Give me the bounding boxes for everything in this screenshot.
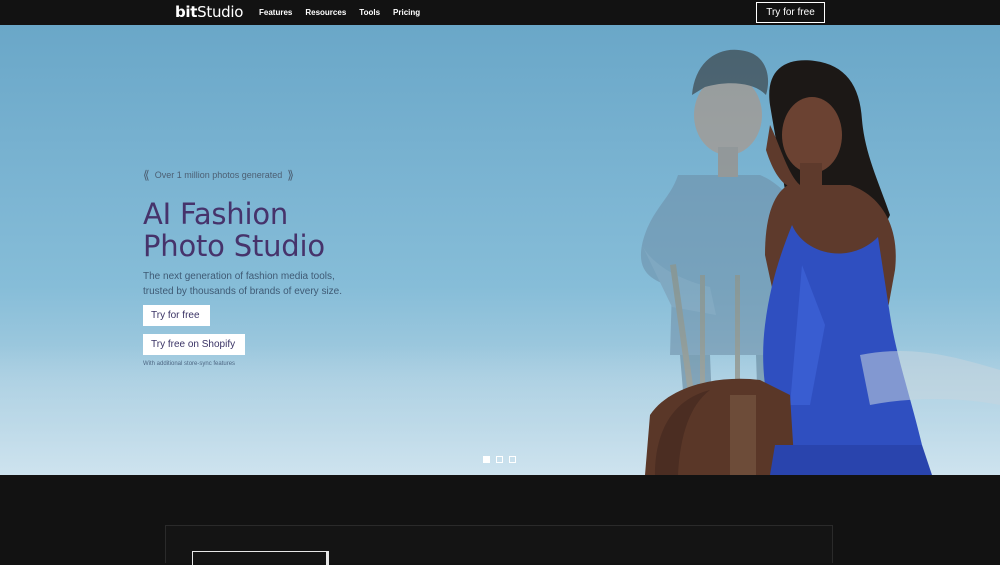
nav-link-tools[interactable]: Tools bbox=[359, 7, 380, 18]
nav-try-for-free-button[interactable]: Try for free bbox=[756, 2, 825, 23]
nav-link-pricing[interactable]: Pricing bbox=[393, 7, 420, 18]
carousel-indicators bbox=[483, 456, 516, 463]
photos-generated-badge: ⟪ Over 1 million photos generated ⟫ bbox=[143, 169, 294, 181]
try-free-on-shopify-button[interactable]: Try free on Shopify bbox=[143, 334, 245, 355]
brand-logo[interactable]: bitStudio bbox=[175, 3, 243, 22]
hero-subtext: The next generation of fashion media too… bbox=[143, 269, 403, 299]
hero-try-for-free-button[interactable]: Try for free bbox=[143, 305, 210, 326]
carousel-dot-1[interactable] bbox=[483, 456, 490, 463]
laurel-left-icon: ⟪ bbox=[143, 168, 150, 182]
subtext-line-2: trusted by thousands of brands of every … bbox=[143, 286, 342, 297]
nav-links: Features Resources Tools Pricing bbox=[259, 7, 420, 18]
carousel-dot-3[interactable] bbox=[509, 456, 516, 463]
top-nav: bitStudio Features Resources Tools Prici… bbox=[0, 0, 1000, 25]
headline-line-1: AI Fashion bbox=[143, 197, 289, 231]
badge-text: Over 1 million photos generated bbox=[154, 170, 283, 180]
hero-headline: AI Fashion Photo Studio bbox=[143, 198, 473, 262]
carousel-dot-2[interactable] bbox=[496, 456, 503, 463]
headline-line-2: Photo Studio bbox=[143, 229, 325, 263]
hero-models-image bbox=[640, 49, 1000, 475]
nav-link-resources[interactable]: Resources bbox=[305, 7, 346, 18]
subtext-line-1: The next generation of fashion media too… bbox=[143, 271, 335, 282]
laurel-right-icon: ⟫ bbox=[287, 168, 294, 182]
content-panel bbox=[165, 525, 833, 565]
store-sync-footnote: With additional store-sync features bbox=[143, 361, 236, 367]
hero-section: ⟪ Over 1 million photos generated ⟫ AI F… bbox=[0, 25, 1000, 475]
nav-link-features[interactable]: Features bbox=[259, 7, 292, 18]
